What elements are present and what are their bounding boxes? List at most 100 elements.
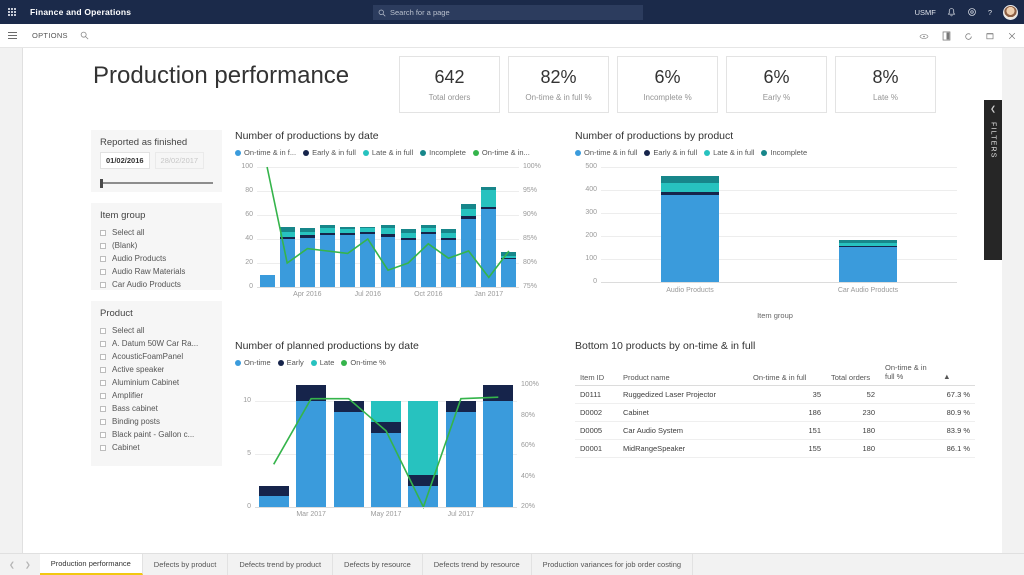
bar-segment[interactable] (839, 246, 898, 247)
checkbox-icon[interactable] (100, 406, 106, 412)
legend-item[interactable]: On-time & in... (473, 148, 530, 157)
checkbox-row[interactable]: Select all (100, 226, 213, 239)
bar-column[interactable] (839, 167, 898, 282)
checkbox-icon[interactable] (100, 432, 106, 438)
bar-segment[interactable] (839, 240, 898, 242)
tab-defects-by-resource[interactable]: Defects by resource (333, 554, 423, 575)
bar-segment[interactable] (839, 243, 898, 246)
bar-segment[interactable] (661, 192, 720, 195)
bar-segment[interactable] (839, 247, 898, 282)
company-selector[interactable]: USMF (915, 8, 936, 17)
checkbox-icon[interactable] (100, 341, 106, 347)
bar-column[interactable] (661, 167, 720, 282)
col-product-name[interactable]: Product name (618, 360, 748, 385)
hamburger-icon[interactable] (0, 32, 24, 39)
checkbox-row[interactable]: Audio Products (100, 252, 213, 265)
legend-item[interactable]: On-time & in f... (235, 148, 296, 157)
tab-production-performance[interactable]: Production performance (40, 554, 143, 575)
checkbox-row[interactable]: Black paint - Gallon c... (100, 428, 213, 441)
gear-icon[interactable] (967, 7, 977, 17)
tab-defects-trend-by-resource[interactable]: Defects trend by resource (423, 554, 532, 575)
col-total-orders[interactable]: Total orders (826, 360, 880, 385)
checkbox-row[interactable]: Amplifier (100, 389, 213, 402)
checkbox-icon[interactable] (100, 328, 106, 334)
checkbox-row[interactable]: Bass cabinet (100, 402, 213, 415)
search-icon[interactable] (80, 31, 89, 40)
checkbox-row[interactable]: Binding posts (100, 415, 213, 428)
checkbox-row[interactable]: Aluminium Cabinet (100, 376, 213, 389)
slicer-item-group[interactable]: Item group Select all (Blank) Audio Prod… (91, 203, 222, 290)
table-bottom-10-products[interactable]: Bottom 10 products by on-time & in full … (575, 340, 975, 520)
legend-item[interactable]: Late (311, 358, 335, 367)
checkbox-icon[interactable] (100, 445, 106, 451)
legend-item[interactable]: On-time (235, 358, 271, 367)
chevron-left-icon[interactable]: ❮ (990, 105, 996, 113)
date-range-slider[interactable] (100, 179, 213, 187)
legend-item[interactable]: Early & in full (303, 148, 356, 157)
checkbox-row[interactable]: (Blank) (100, 239, 213, 252)
user-avatar[interactable] (1003, 5, 1018, 20)
kpi-card-incomplete[interactable]: 6% Incomplete % (617, 56, 718, 113)
date-end-input[interactable]: 28/02/2017 (155, 152, 205, 169)
checkbox-icon[interactable] (100, 230, 106, 236)
tab-production-variances-for-job-order-costing[interactable]: Production variances for job order costi… (532, 554, 693, 575)
legend-item[interactable]: Late & in full (363, 148, 413, 157)
checkbox-icon[interactable] (100, 419, 106, 425)
tab-defects-by-product[interactable]: Defects by product (143, 554, 229, 575)
kpi-card-on-time-in-full[interactable]: 82% On-time & in full % (508, 56, 609, 113)
table-row[interactable]: D0002Cabinet18623080.9 % (575, 403, 975, 421)
date-start-input[interactable]: 01/02/2016 (100, 152, 150, 169)
legend-item[interactable]: Early (278, 358, 304, 367)
bar-segment[interactable] (661, 176, 720, 182)
legend-item[interactable]: Early & in full (644, 148, 697, 157)
table-row[interactable]: D0111Ruggedized Laser Projector355267.3 … (575, 385, 975, 403)
checkbox-icon[interactable] (100, 243, 106, 249)
kpi-card-total-orders[interactable]: 642 Total orders (399, 56, 500, 113)
slicer-reported-as-finished[interactable]: Reported as finished 01/02/2016 28/02/20… (91, 130, 222, 192)
bell-icon[interactable] (947, 7, 956, 18)
checkbox-icon[interactable] (100, 354, 106, 360)
refresh-icon[interactable] (964, 32, 973, 41)
legend-item[interactable]: On-time % (341, 358, 385, 367)
checkbox-row[interactable]: Cabinet (100, 441, 213, 454)
kpi-card-early[interactable]: 6% Early % (726, 56, 827, 113)
chart-productions-by-product[interactable]: Number of productions by product On-time… (575, 130, 975, 330)
checkbox-icon[interactable] (100, 393, 106, 399)
checkbox-row[interactable]: AcousticFoamPanel (100, 350, 213, 363)
options-button[interactable]: OPTIONS (32, 31, 68, 40)
checkbox-row[interactable]: Active speaker (100, 363, 213, 376)
col-on-time-in-full[interactable]: On-time & in full (748, 360, 826, 385)
global-search-input[interactable]: Search for a page (373, 5, 643, 20)
col-on-time-in-full-pct[interactable]: On-time & in full % ▲ (880, 360, 975, 385)
bar-segment[interactable] (661, 183, 720, 192)
chevron-left-icon[interactable]: ❮ (9, 561, 15, 569)
checkbox-icon[interactable] (100, 269, 106, 275)
checkbox-icon[interactable] (100, 380, 106, 386)
legend-item[interactable]: Incomplete (761, 148, 807, 157)
link-icon[interactable] (919, 33, 929, 40)
col-item-id[interactable]: Item ID (575, 360, 618, 385)
table-row[interactable]: D0005Car Audio System15118083.9 % (575, 421, 975, 439)
checkbox-icon[interactable] (100, 256, 106, 262)
popout-icon[interactable] (986, 32, 995, 40)
kpi-card-late[interactable]: 8% Late % (835, 56, 936, 113)
book-icon[interactable] (942, 31, 951, 41)
filters-panel-rail[interactable]: ❮ FILTERS (984, 100, 1002, 260)
checkbox-row[interactable]: Select all (100, 324, 213, 337)
slicer-product[interactable]: Product Select all A. Datum 50W Car Ra..… (91, 301, 222, 466)
tab-defects-trend-by-product[interactable]: Defects trend by product (228, 554, 333, 575)
bar-segment[interactable] (661, 195, 720, 282)
help-icon[interactable]: ? (988, 8, 992, 17)
legend-item[interactable]: On-time & in full (575, 148, 637, 157)
close-icon[interactable] (1008, 32, 1016, 40)
checkbox-row[interactable]: Car Audio Products (100, 278, 213, 291)
checkbox-row[interactable]: A. Datum 50W Car Ra... (100, 337, 213, 350)
checkbox-icon[interactable] (100, 282, 106, 288)
legend-item[interactable]: Incomplete (420, 148, 466, 157)
table-row[interactable]: D0001MidRangeSpeaker15518086.1 % (575, 439, 975, 457)
checkbox-icon[interactable] (100, 367, 106, 373)
legend-item[interactable]: Late & in full (704, 148, 754, 157)
waffle-grid-icon[interactable] (0, 8, 24, 16)
chevron-right-icon[interactable]: ❯ (25, 561, 31, 569)
sort-ascending-icon[interactable]: ▲ (943, 372, 950, 381)
